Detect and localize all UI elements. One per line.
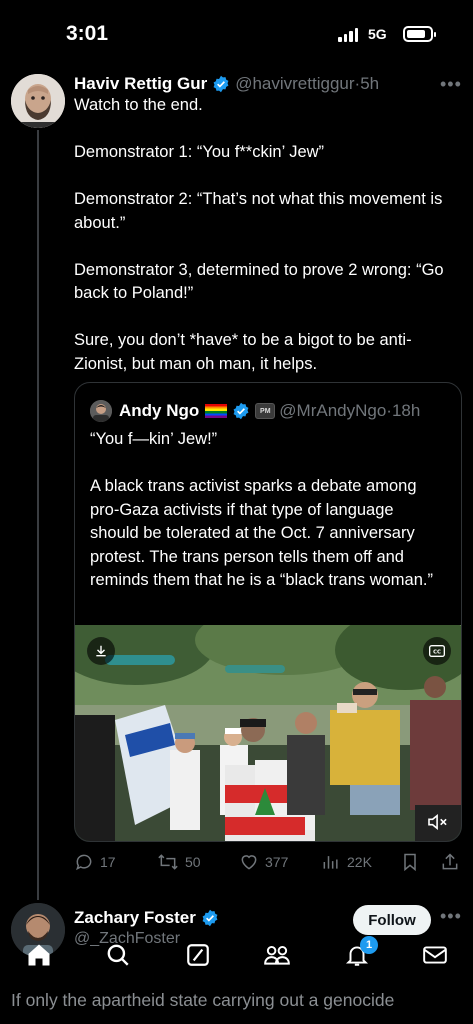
network-type: 5G [368, 26, 387, 42]
rainbow-flag-icon [205, 404, 228, 418]
video-frame [75, 625, 461, 841]
repost-icon [158, 854, 178, 870]
view-count: 22K [347, 854, 372, 870]
tweet-author-row: Haviv Rettig Gur @havivrettiggur · 5h [74, 72, 379, 96]
grok-icon [187, 944, 209, 966]
home-tab[interactable] [22, 938, 56, 972]
notifications-tab[interactable]: 1 [340, 936, 378, 972]
tweet-text: Watch to the end. Demonstrator 1: “You f… [74, 96, 444, 373]
quoted-author-name: Andy Ngo [119, 401, 200, 420]
bottom-tab-bar: 1 [0, 930, 473, 980]
signal-icon [338, 28, 358, 42]
verified-badge-icon [232, 402, 250, 420]
thread-connector [37, 130, 39, 900]
verified-badge-icon [212, 75, 230, 93]
grok-tab[interactable] [181, 938, 215, 972]
quoted-author-avatar [90, 400, 112, 422]
share-icon [442, 853, 458, 870]
more-options-icon[interactable]: ••• [440, 74, 462, 95]
communities-tab[interactable] [260, 938, 294, 972]
tweet-time[interactable]: 5h [360, 74, 379, 94]
second-tweet-text: If only the apartheid state carrying out… [11, 990, 395, 1010]
bookmark-button[interactable] [401, 848, 419, 876]
second-author-row: Zachary Foster [74, 906, 224, 930]
quoted-tweet-time: 18h [391, 401, 421, 420]
reply-icon [76, 854, 92, 871]
second-author-name[interactable]: Zachary Foster [74, 908, 196, 928]
home-icon [28, 944, 50, 966]
communities-icon [264, 945, 290, 965]
quoted-tweet-text: “You f—kin’ Jew!” A black trans activist… [90, 430, 433, 589]
mute-icon[interactable] [423, 809, 453, 835]
like-button[interactable]: 377 [239, 848, 288, 876]
author-name[interactable]: Haviv Rettig Gur [74, 74, 207, 94]
notification-badge: 1 [360, 936, 378, 954]
download-icon[interactable] [87, 637, 115, 665]
more-options-icon[interactable]: ••• [440, 906, 462, 927]
reply-button[interactable]: 17 [74, 848, 116, 876]
tweet-actions: 17 50 377 22K [74, 848, 464, 876]
search-tab[interactable] [101, 938, 135, 972]
search-icon [107, 944, 129, 966]
affiliate-badge: PM [255, 403, 276, 419]
video-player[interactable]: CC [75, 625, 461, 841]
quoted-author-row: Andy Ngo PM @MrAndyNgo · 18h [90, 399, 420, 423]
svg-text:CC: CC [433, 650, 441, 656]
views-icon [323, 856, 338, 869]
quoted-tweet-card[interactable]: Andy Ngo PM @MrAndyNgo · 18h “You f—kin’… [74, 382, 462, 842]
heart-icon [241, 855, 257, 870]
share-button[interactable] [440, 848, 460, 876]
reply-count: 17 [100, 854, 116, 870]
status-bar: 3:01 5G [0, 0, 473, 62]
battery-icon [403, 26, 436, 42]
repost-count: 50 [185, 854, 201, 870]
author-handle[interactable]: @havivrettiggur [235, 74, 354, 94]
verified-badge-icon [201, 909, 219, 927]
quoted-author-handle: @MrAndyNgo [279, 401, 387, 420]
closed-captions-icon[interactable]: CC [423, 637, 451, 665]
like-count: 377 [265, 854, 289, 870]
views-button[interactable]: 22K [321, 848, 372, 876]
messages-icon [423, 946, 447, 964]
repost-button[interactable]: 50 [157, 848, 201, 876]
messages-tab[interactable] [418, 938, 452, 972]
bookmark-icon [404, 853, 416, 872]
status-time: 3:01 [66, 22, 109, 45]
author-avatar[interactable] [11, 74, 65, 128]
